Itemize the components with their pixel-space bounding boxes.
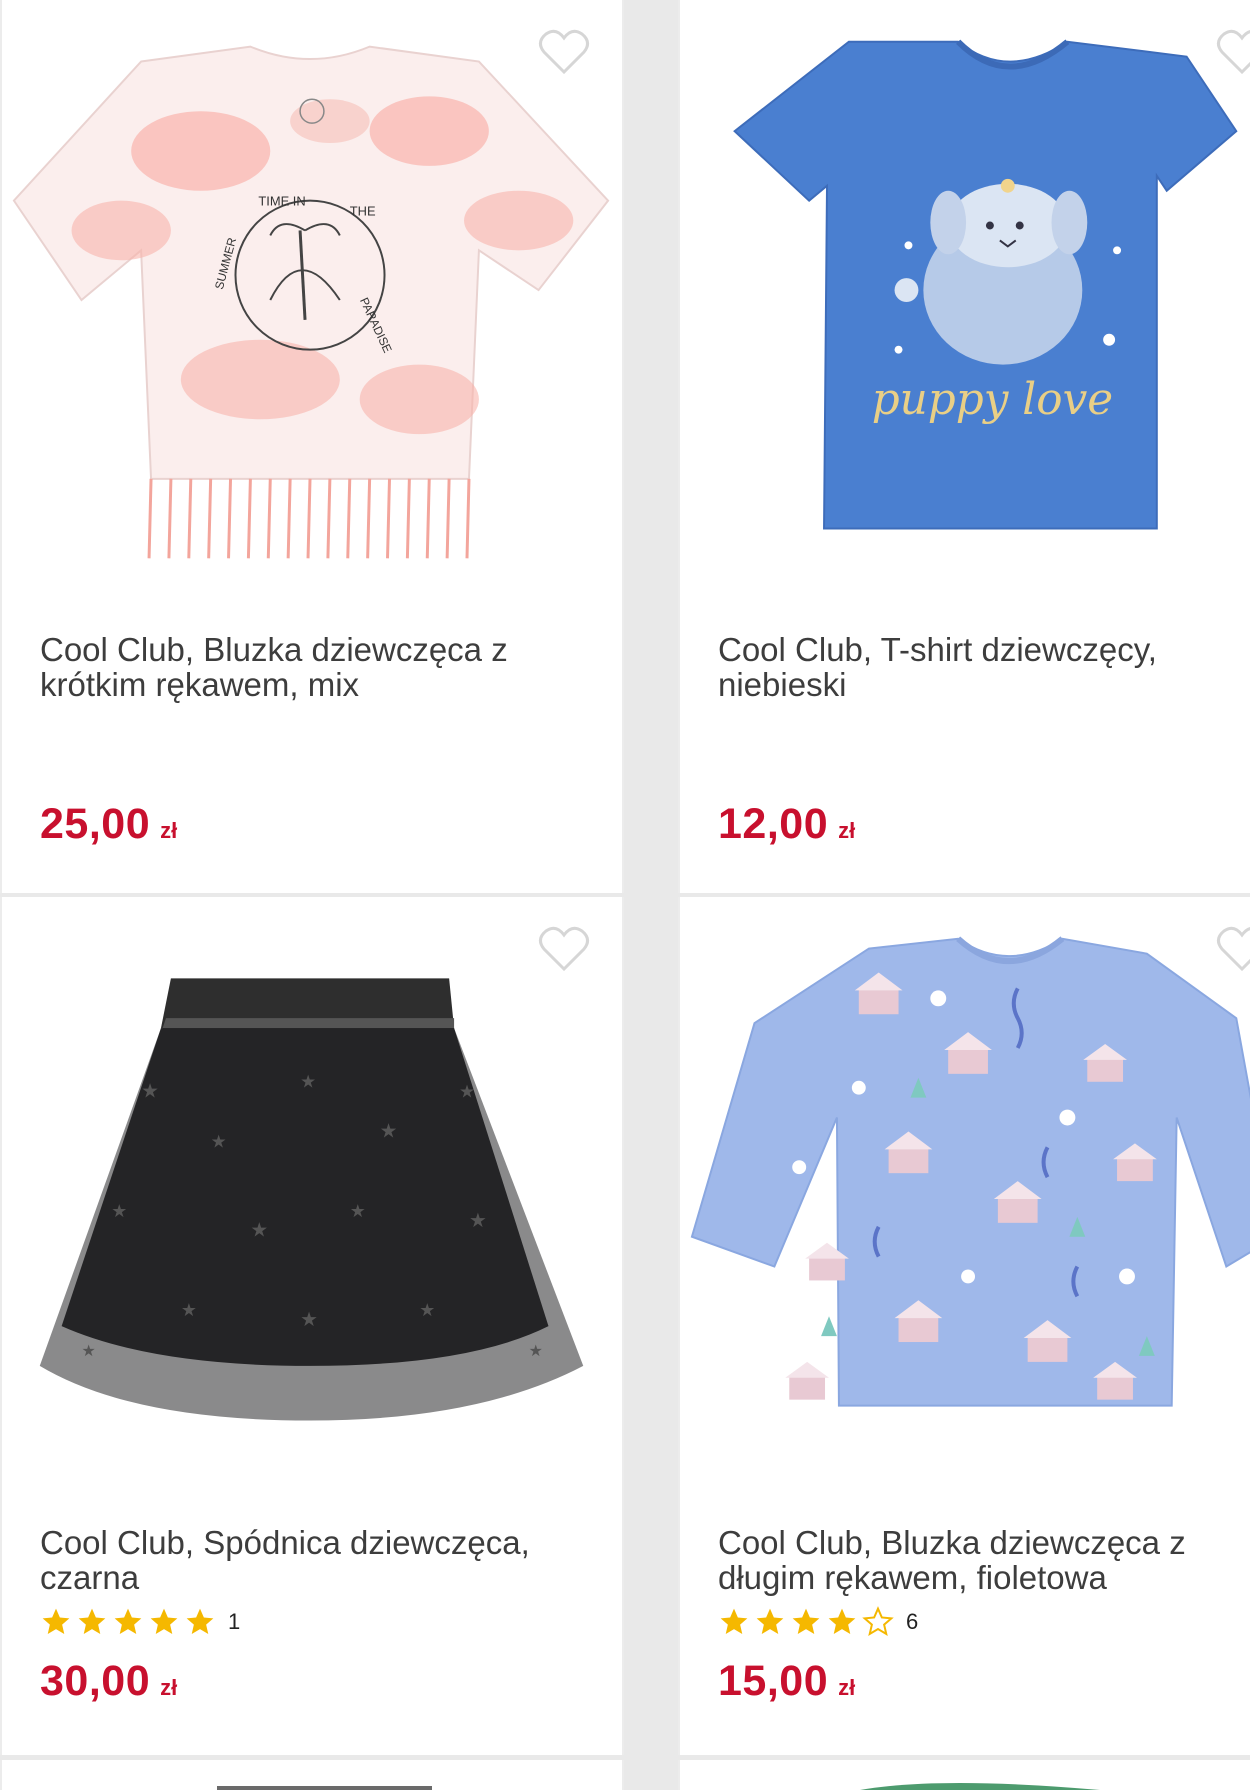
product-card[interactable]: Cool Club, Bluzka dziewczęca z długim rę… (678, 897, 1250, 1755)
price-value: 15,00 (718, 1657, 829, 1705)
heart-outline-icon[interactable] (1216, 28, 1250, 76)
product-rating: 1 (40, 1605, 240, 1639)
star-filled-icon (150, 1608, 178, 1634)
price-currency: zł (838, 1675, 856, 1700)
product-price: 25,00 zł (40, 800, 177, 849)
star-filled-icon (114, 1608, 142, 1634)
product-image-partial[interactable] (2, 1776, 624, 1790)
product-card-partial[interactable] (0, 1760, 624, 1790)
product-title[interactable]: Cool Club, Spódnica dziewczęca, czarna (40, 1525, 560, 1595)
star-filled-icon (756, 1608, 784, 1634)
svg-text:★: ★ (211, 1131, 227, 1152)
product-title[interactable]: Cool Club, Bluzka dziewczęca z długim rę… (718, 1525, 1238, 1595)
heart-outline-icon[interactable] (538, 925, 590, 973)
svg-text:★: ★ (300, 1308, 318, 1331)
rating-count: 6 (906, 1609, 919, 1634)
product-image[interactable]: TIME IN THE SUMMER PARADISE (2, 0, 622, 600)
print-text-puppy-love: puppy love (872, 374, 1113, 425)
svg-text:★: ★ (529, 1341, 543, 1360)
product-rating: 6 (718, 1605, 918, 1639)
product-image[interactable] (680, 897, 1250, 1497)
svg-text:★: ★ (181, 1300, 197, 1321)
heart-outline-icon[interactable] (538, 28, 590, 76)
svg-text:★: ★ (419, 1300, 435, 1321)
svg-text:★: ★ (250, 1219, 268, 1242)
price-currency: zł (838, 818, 856, 843)
price-value: 25,00 (40, 800, 151, 848)
product-card[interactable]: puppy love Cool Club, T-shirt dziewczęcy… (678, 0, 1250, 893)
svg-text:★: ★ (141, 1080, 159, 1103)
star-filled-icon (720, 1608, 748, 1634)
svg-text:★: ★ (81, 1341, 95, 1360)
star-filled-icon (828, 1608, 856, 1634)
product-image[interactable]: ★ ★ ★ ★ ★ ★ ★ ★ ★ ★ ★ ★ ★ ★ (2, 897, 622, 1497)
product-card[interactable]: ★ ★ ★ ★ ★ ★ ★ ★ ★ ★ ★ ★ ★ ★ Cool Club, S… (0, 897, 624, 1755)
print-text-time-in: TIME IN (258, 194, 305, 209)
svg-text:★: ★ (380, 1119, 398, 1142)
star-filled-icon (186, 1608, 214, 1634)
product-image[interactable]: puppy love (680, 0, 1250, 600)
price-currency: zł (160, 1675, 178, 1700)
product-card-partial[interactable] (678, 1760, 1250, 1790)
price-value: 30,00 (40, 1657, 151, 1705)
svg-text:★: ★ (350, 1201, 366, 1222)
product-image-partial[interactable] (680, 1776, 1250, 1790)
star-filled-icon (792, 1608, 820, 1634)
star-filled-icon (42, 1608, 70, 1634)
product-price: 12,00 zł (718, 800, 855, 849)
product-card[interactable]: TIME IN THE SUMMER PARADISE Cool Club, B… (0, 0, 624, 893)
star-outline-icon (862, 1606, 894, 1637)
product-grid: TIME IN THE SUMMER PARADISE Cool Club, B… (0, 0, 1250, 1790)
star-filled-icon (78, 1608, 106, 1634)
svg-text:★: ★ (111, 1201, 127, 1222)
heart-outline-icon[interactable] (1216, 925, 1250, 973)
svg-text:★: ★ (300, 1072, 316, 1093)
rating-count: 1 (228, 1609, 241, 1634)
product-price: 30,00 zł (40, 1657, 177, 1706)
product-price: 15,00 zł (718, 1657, 855, 1706)
svg-text:★: ★ (459, 1082, 475, 1103)
product-title[interactable]: Cool Club, Bluzka dziewczęca z krótkim r… (40, 632, 560, 702)
price-value: 12,00 (718, 800, 829, 848)
svg-text:★: ★ (469, 1209, 487, 1232)
product-title[interactable]: Cool Club, T-shirt dziewczęcy, niebieski (718, 632, 1238, 702)
print-text-the: THE (350, 204, 376, 219)
price-currency: zł (160, 818, 178, 843)
